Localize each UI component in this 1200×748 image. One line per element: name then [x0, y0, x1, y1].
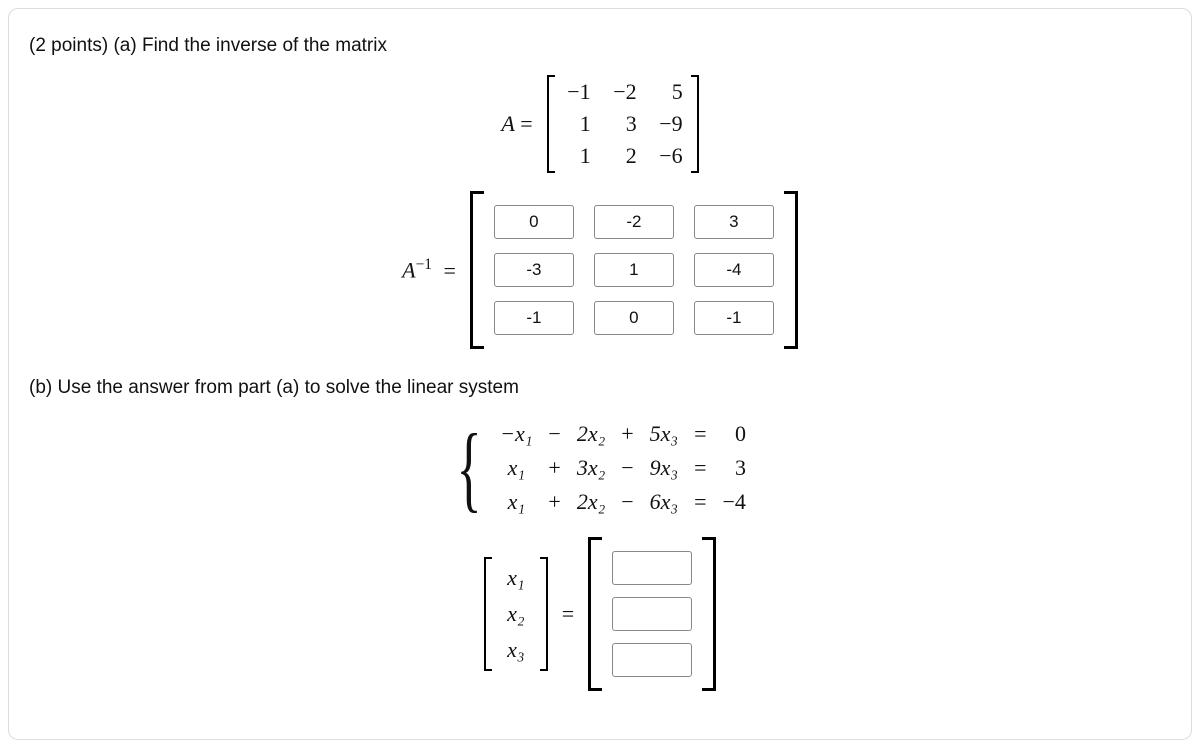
A-1-1: 3: [609, 111, 637, 137]
table-row: −x₁ − 2x₂ + 5x₃ = 0: [492, 417, 754, 451]
A-2-0: 1: [563, 143, 591, 169]
x-vector: x₁ x₂ x₃: [484, 557, 548, 671]
A-label: A: [501, 111, 514, 136]
Ainv-input-2-2[interactable]: -1: [694, 301, 774, 335]
Ainv-input-1-0[interactable]: -3: [494, 253, 574, 287]
x1-input[interactable]: [612, 551, 692, 585]
Ainv-exp: −1: [416, 256, 432, 273]
matrix-A: −1 −2 5 1 3 −9 1 2 −6: [547, 75, 699, 173]
equals-sign: =: [443, 258, 455, 283]
matrix-A-display: A = −1 −2 5 1 3 −9 1 2 −6: [29, 75, 1171, 173]
Ainv-input-1-1[interactable]: 1: [594, 253, 674, 287]
table-row: x₁ + 3x₂ − 9x₃ = 3: [492, 451, 754, 485]
A-0-2: 5: [655, 79, 683, 105]
matrix-A-inverse: 0 -2 3 -3 1 -4 -1 0 -1: [470, 191, 798, 349]
part-b-prompt: (b) Use the answer from part (a) to solv…: [29, 377, 1171, 399]
solution-row: x₁ x₂ x₃ =: [29, 537, 1171, 691]
Ainv-input-2-1[interactable]: 0: [594, 301, 674, 335]
table-row: x₁ + 2x₂ − 6x₃ = −4: [492, 485, 754, 519]
Ainv-input-2-0[interactable]: -1: [494, 301, 574, 335]
solution-vector: [588, 537, 716, 691]
curly-brace-icon: {: [456, 430, 481, 507]
A-2-1: 2: [609, 143, 637, 169]
A-1-2: −9: [655, 111, 683, 137]
x3-input[interactable]: [612, 643, 692, 677]
A-0-1: −2: [609, 79, 637, 105]
system-table: −x₁ − 2x₂ + 5x₃ = 0 x₁ + 3x₂ − 9x₃ = 3: [492, 417, 754, 519]
linear-system: { −x₁ − 2x₂ + 5x₃ = 0 x₁ + 3x₂ − 9x₃: [29, 417, 1171, 519]
equals-sign: =: [562, 601, 574, 627]
problem-card: (2 points) (a) Find the inverse of the m…: [8, 8, 1192, 740]
part-a-prompt: (2 points) (a) Find the inverse of the m…: [29, 35, 1171, 57]
x3-label: x₃: [502, 637, 530, 663]
Ainv-input-0-2[interactable]: 3: [694, 205, 774, 239]
equals-sign: =: [520, 111, 532, 136]
x2-label: x₂: [502, 601, 530, 627]
A-1-0: 1: [563, 111, 591, 137]
matrix-A-inverse-row: A−1 = 0 -2 3 -3 1 -4 -1 0 -1: [29, 191, 1171, 349]
Ainv-A: A: [402, 258, 415, 283]
Ainv-input-0-1[interactable]: -2: [594, 205, 674, 239]
Ainv-input-1-2[interactable]: -4: [694, 253, 774, 287]
x2-input[interactable]: [612, 597, 692, 631]
A-2-2: −6: [655, 143, 683, 169]
A-0-0: −1: [563, 79, 591, 105]
Ainv-input-0-0[interactable]: 0: [494, 205, 574, 239]
x1-label: x₁: [502, 565, 530, 591]
